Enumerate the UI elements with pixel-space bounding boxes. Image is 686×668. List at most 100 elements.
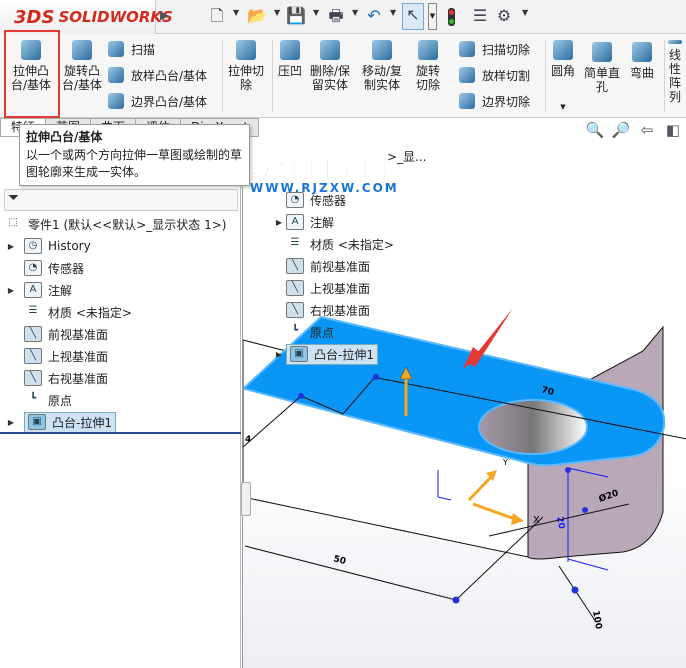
label: 边界切除 [482, 94, 531, 109]
label: 简单直孔 [583, 66, 620, 94]
lofted-cut-button[interactable]: 放样切割 [459, 63, 530, 87]
viewport-tree-front-plane[interactable]: ╲ 前视基准面 [272, 255, 427, 277]
extruded-cut-icon [236, 40, 256, 60]
zoom-to-area-icon[interactable]: 🔎 [611, 121, 631, 141]
label: 凸台-拉伸1 [314, 347, 374, 362]
tree-root[interactable]: ⬚ 零件1 (默认<<默认>_显示状态 1>) [4, 213, 226, 235]
ds-logo-icon: 3DS [14, 6, 55, 28]
simple-hole-button[interactable]: 简单直孔 [582, 36, 622, 94]
open-icon[interactable]: 📂 [246, 5, 268, 27]
label: 弯曲 [629, 66, 654, 80]
delete-keep-body-button[interactable]: 删除/保留实体 [308, 34, 352, 92]
dim-4[interactable]: 4 [245, 435, 251, 445]
open-dropdown[interactable]: ▼ [274, 8, 280, 17]
viewport-tree-boss-extrude1[interactable]: ▶ ▣ 凸台-拉伸1 [272, 343, 427, 365]
expand-icon[interactable]: ▶ [4, 418, 18, 427]
dim-20[interactable]: 20 [554, 516, 566, 530]
watermark-url: WWW.RJZXW.COM [250, 181, 399, 195]
divider [272, 40, 273, 112]
tree-item-front-plane[interactable]: ╲ 前视基准面 [4, 323, 226, 345]
swept-cut-button[interactable]: 扫描切除 [459, 37, 530, 61]
dim-ext [567, 467, 609, 478]
boundary-boss-button[interactable]: 边界凸台/基体 [108, 89, 207, 113]
expand-icon[interactable]: ▶ [272, 350, 286, 359]
label: 凸台-拉伸1 [52, 415, 112, 430]
label: 注解 [48, 283, 73, 298]
viewport-tree-top-plane[interactable]: ╲ 上视基准面 [272, 277, 427, 299]
tree-item-top-plane[interactable]: ╲ 上视基准面 [4, 345, 226, 367]
loft-icon [108, 67, 124, 83]
logo-text: SOLIDWORKS [58, 8, 173, 26]
fillet-icon [553, 40, 573, 60]
tooltip: 拉伸凸台/基体 以一个或两个方向拉伸一草图或绘制的草图轮廓来生成一实体。 [19, 124, 250, 186]
label: 材质 <未指定> [48, 305, 132, 320]
swept-cut-icon [459, 41, 475, 57]
solidworks-logo[interactable]: 3DS SOLIDWORKS [0, 0, 173, 34]
save-dropdown[interactable]: ▼ [313, 8, 319, 17]
rebuild-traffic-light-icon[interactable] [448, 8, 455, 26]
file-properties-icon[interactable]: ☰ [469, 5, 491, 27]
revolved-boss-button[interactable]: 旋转凸台/基体 [60, 34, 104, 92]
dim-line-4 [243, 395, 302, 448]
indent-button[interactable]: 压凹 [276, 34, 304, 78]
linear-pattern-button[interactable]: 线性阵列 [668, 34, 682, 104]
history-folder-icon: ◷ [24, 238, 42, 254]
dim-diameter-20[interactable]: Ø20 [597, 488, 620, 505]
tree-item-sensors[interactable]: ◔ 传感器 [4, 257, 226, 279]
divider [545, 40, 546, 112]
sketch-point [582, 507, 588, 513]
previous-view-icon[interactable]: ⇦ [637, 121, 657, 141]
panel-resize-handle[interactable] [241, 482, 251, 516]
dim-50[interactable]: 50 [332, 554, 347, 567]
watermark: 软件自学网 WWW.RJZXW.COM [250, 148, 399, 196]
sketch-point [373, 374, 379, 380]
expand-icon[interactable]: ▶ [4, 242, 18, 251]
extruded-cut-button[interactable]: 拉伸切除 [226, 34, 266, 92]
new-document-icon[interactable]: 🗋 [206, 5, 228, 27]
options-gear-icon[interactable]: ⚙ [493, 5, 515, 27]
viewport-tree-right-plane[interactable]: ╲ 右视基准面 [272, 299, 427, 321]
label: 边界凸台/基体 [131, 94, 208, 109]
filter-field[interactable]: ⏷ [4, 189, 238, 211]
print-icon[interactable]: 🖶 [325, 5, 347, 27]
expand-menu-arrow-icon[interactable]: ▶ [160, 8, 169, 22]
undo-icon[interactable]: ↶ [363, 5, 385, 27]
tree-item-material[interactable]: ☰ 材质 <未指定> [4, 301, 226, 323]
fillet-dropdown-icon[interactable]: ▼ [560, 100, 565, 114]
viewport-tree-annotations[interactable]: ▶ A 注解 [272, 211, 427, 233]
section-view-icon[interactable]: ◧ [663, 121, 683, 141]
undo-dropdown[interactable]: ▼ [390, 8, 396, 17]
revolved-cut-button[interactable]: 旋转切除 [411, 34, 445, 92]
label: 原点 [310, 325, 335, 340]
tree-item-boss-extrude1[interactable]: ▶ ▣ 凸台-拉伸1 [4, 411, 226, 433]
expand-icon[interactable]: ▶ [272, 218, 286, 227]
save-icon[interactable]: 💾 [285, 5, 307, 27]
tree-item-annotations[interactable]: ▶ A 注解 [4, 279, 226, 301]
new-dropdown[interactable]: ▼ [233, 8, 239, 17]
print-dropdown[interactable]: ▼ [352, 8, 358, 17]
viewport-tree-material[interactable]: ☰ 材质 <未指定> [272, 233, 427, 255]
label: 扫描 [131, 42, 156, 57]
flex-button[interactable]: 弯曲 [627, 36, 657, 80]
select-dropdown[interactable]: ▼ [428, 3, 437, 30]
tree-item-history[interactable]: ▶ ◷ History [4, 235, 226, 257]
dim-line [455, 516, 544, 601]
tree-item-right-plane[interactable]: ╲ 右视基准面 [4, 367, 226, 389]
select-pointer-icon[interactable]: ↖ [402, 3, 424, 30]
expand-icon[interactable]: ▶ [4, 286, 18, 295]
move-copy-body-button[interactable]: 移动/复制实体 [360, 34, 404, 92]
zoom-to-fit-icon[interactable]: 🔍 [585, 121, 605, 141]
sketch-point [452, 596, 460, 604]
options-dropdown[interactable]: ▼ [522, 8, 528, 17]
label: 上视基准面 [310, 281, 371, 296]
loft-button[interactable]: 放样凸台/基体 [108, 63, 207, 87]
viewport-tree-origin[interactable]: ┗ 原点 [272, 321, 427, 343]
boundary-cut-button[interactable]: 边界切除 [459, 89, 530, 113]
rollback-bar[interactable] [0, 432, 241, 434]
sweep-button[interactable]: 扫描 [108, 37, 155, 61]
label: 删除/保留实体 [309, 64, 351, 92]
dim-100[interactable]: 100 [590, 610, 603, 630]
tree-item-origin[interactable]: ┗ 原点 [4, 389, 226, 411]
fillet-button[interactable]: 圆角 ▼ [549, 34, 577, 114]
label: 圆角 [550, 64, 575, 78]
